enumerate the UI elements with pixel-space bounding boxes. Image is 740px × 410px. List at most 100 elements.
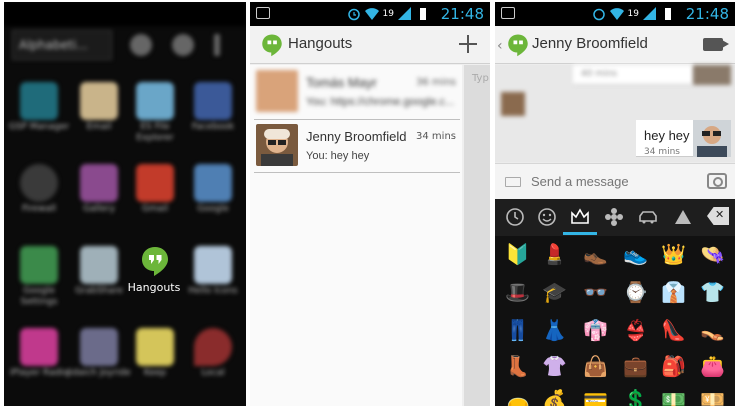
- app-icon[interactable]: [136, 164, 174, 202]
- message-bubble-earlier: 40 mins: [573, 65, 693, 85]
- message-area: 40 mins hey hey 34 mins: [495, 65, 735, 162]
- app-label: Google Settings: [20, 286, 58, 307]
- conversation-row[interactable]: Jenny Broomfield 34 mins You: hey hey: [254, 121, 460, 173]
- signal-icon: [643, 7, 656, 20]
- app-icon[interactable]: [194, 82, 232, 120]
- emoji-key[interactable]: 👞: [583, 242, 608, 266]
- contact-name: Jenny Broomfield: [306, 129, 407, 144]
- signal-icon: [398, 7, 411, 20]
- conversation-list: Tomás Mayr 36 mins You: https://chrome.g…: [250, 65, 462, 406]
- emoji-key[interactable]: 🎩: [505, 280, 530, 304]
- video-call-icon[interactable]: [703, 38, 729, 51]
- emoji-key[interactable]: 🎓: [542, 280, 567, 304]
- emoji-key[interactable]: 💼: [623, 354, 648, 378]
- emoji-key[interactable]: 👗: [542, 318, 567, 342]
- app-icon[interactable]: [80, 164, 118, 202]
- emoji-key[interactable]: 👛: [700, 354, 725, 378]
- app-label: Firewall: [22, 204, 56, 214]
- battery-icon: [420, 8, 426, 20]
- app-icon[interactable]: [80, 82, 118, 120]
- app-icon[interactable]: [136, 82, 174, 120]
- emoji-key[interactable]: 👒: [700, 242, 725, 266]
- emoji-key[interactable]: 💄: [542, 242, 567, 266]
- hangouts-app-icon[interactable]: [139, 245, 171, 277]
- add-icon[interactable]: [172, 34, 194, 56]
- status-bar: 19 21:48: [250, 2, 490, 26]
- keyboard-icon[interactable]: [505, 177, 521, 187]
- status-bar: 19 21:48: [495, 2, 735, 26]
- emoji-key[interactable]: 👝: [505, 388, 530, 406]
- contact-name: Tomás Mayr: [306, 75, 377, 90]
- conversation-title: Jenny Broomfield: [532, 35, 648, 52]
- emoji-key[interactable]: 🎒: [661, 354, 686, 378]
- camera-icon[interactable]: [707, 173, 727, 189]
- conversation-app-bar: ‹ Jenny Broomfield: [495, 26, 735, 64]
- app-icon[interactable]: [80, 328, 118, 366]
- emoji-key[interactable]: 👘: [583, 318, 608, 342]
- emoji-key[interactable]: 💴: [700, 388, 725, 406]
- divider: [254, 119, 460, 120]
- earlier-message-time: 40 mins: [581, 69, 617, 79]
- app-icon[interactable]: [20, 82, 58, 120]
- clock: 21:48: [685, 5, 729, 23]
- hangouts-logo-icon[interactable]: [260, 33, 284, 57]
- launcher-toolbar: Alphabeti...: [4, 26, 246, 66]
- emoji-key[interactable]: 👜: [583, 354, 608, 378]
- emoji-key[interactable]: 👚: [542, 354, 567, 378]
- app-label: Facebook: [191, 122, 235, 132]
- crown-icon[interactable]: [568, 205, 592, 229]
- message-bubble: hey hey 34 mins: [636, 120, 693, 157]
- delete-icon[interactable]: [707, 207, 729, 225]
- app-icon[interactable]: [136, 328, 174, 366]
- conversation-time: 34 mins: [416, 131, 456, 142]
- emoji-key[interactable]: 👕: [700, 280, 725, 304]
- hangouts-logo-icon[interactable]: [506, 33, 530, 57]
- back-chevron-icon[interactable]: ‹: [497, 38, 503, 54]
- emoji-key[interactable]: 👔: [661, 280, 686, 304]
- side-panel-peek[interactable]: Typ: [464, 65, 490, 406]
- flower-icon[interactable]: [602, 205, 626, 229]
- smiley-icon[interactable]: [535, 205, 559, 229]
- apps-sort-dropdown[interactable]: Alphabeti...: [12, 30, 112, 60]
- app-label: Local: [201, 368, 225, 378]
- emoji-key[interactable]: ⌚: [623, 280, 648, 304]
- emoji-grid: 🔰 💄 👞 👟 👑 👒 🎩 🎓 👓 ⌚ 👔 👕 👖 👗 👘 👙 👠 👡 👢 👚 …: [495, 236, 735, 406]
- app-icon[interactable]: [194, 164, 232, 202]
- emoji-key[interactable]: 💳: [583, 388, 608, 406]
- status-bar: [4, 2, 246, 26]
- search-icon[interactable]: [130, 34, 152, 56]
- emoji-key[interactable]: 👙: [623, 318, 648, 342]
- app-icon[interactable]: [20, 164, 58, 202]
- app-label: iPlayer Radio: [9, 368, 69, 378]
- status-icons: 19: [347, 6, 430, 22]
- app-icon[interactable]: [20, 328, 58, 366]
- app-label: Google: [197, 204, 229, 214]
- app-icon[interactable]: [194, 328, 232, 366]
- emoji-key[interactable]: 👖: [505, 318, 530, 342]
- menu-icon[interactable]: [214, 34, 220, 56]
- emoji-key[interactable]: 💲: [623, 388, 648, 406]
- new-hangout-button[interactable]: [456, 32, 480, 56]
- message-time: 34 mins: [644, 147, 680, 157]
- sender-avatar: [693, 65, 731, 85]
- emoji-key[interactable]: 👠: [661, 318, 686, 342]
- recent-icon[interactable]: [503, 205, 527, 229]
- app-title: Hangouts: [288, 35, 353, 52]
- emoji-key[interactable]: 👡: [700, 318, 725, 342]
- app-icon[interactable]: [80, 246, 118, 284]
- emoji-key[interactable]: 👟: [623, 242, 648, 266]
- symbols-icon[interactable]: [671, 205, 695, 229]
- last-message-preview: You: hey hey: [306, 150, 370, 162]
- emoji-key[interactable]: 💵: [661, 388, 686, 406]
- app-icon[interactable]: [20, 246, 58, 284]
- conversation-row[interactable]: Tomás Mayr 36 mins You: https://chrome.g…: [254, 67, 460, 119]
- emoji-key[interactable]: 💰: [542, 388, 567, 406]
- app-icon[interactable]: [194, 246, 232, 284]
- emoji-key[interactable]: 👑: [661, 242, 686, 266]
- car-icon[interactable]: [636, 205, 660, 229]
- message-input[interactable]: [531, 174, 707, 189]
- wifi-icon: [364, 8, 379, 20]
- emoji-key[interactable]: 🔰: [505, 242, 530, 266]
- emoji-key[interactable]: 👓: [583, 280, 608, 304]
- emoji-key[interactable]: 👢: [505, 354, 530, 378]
